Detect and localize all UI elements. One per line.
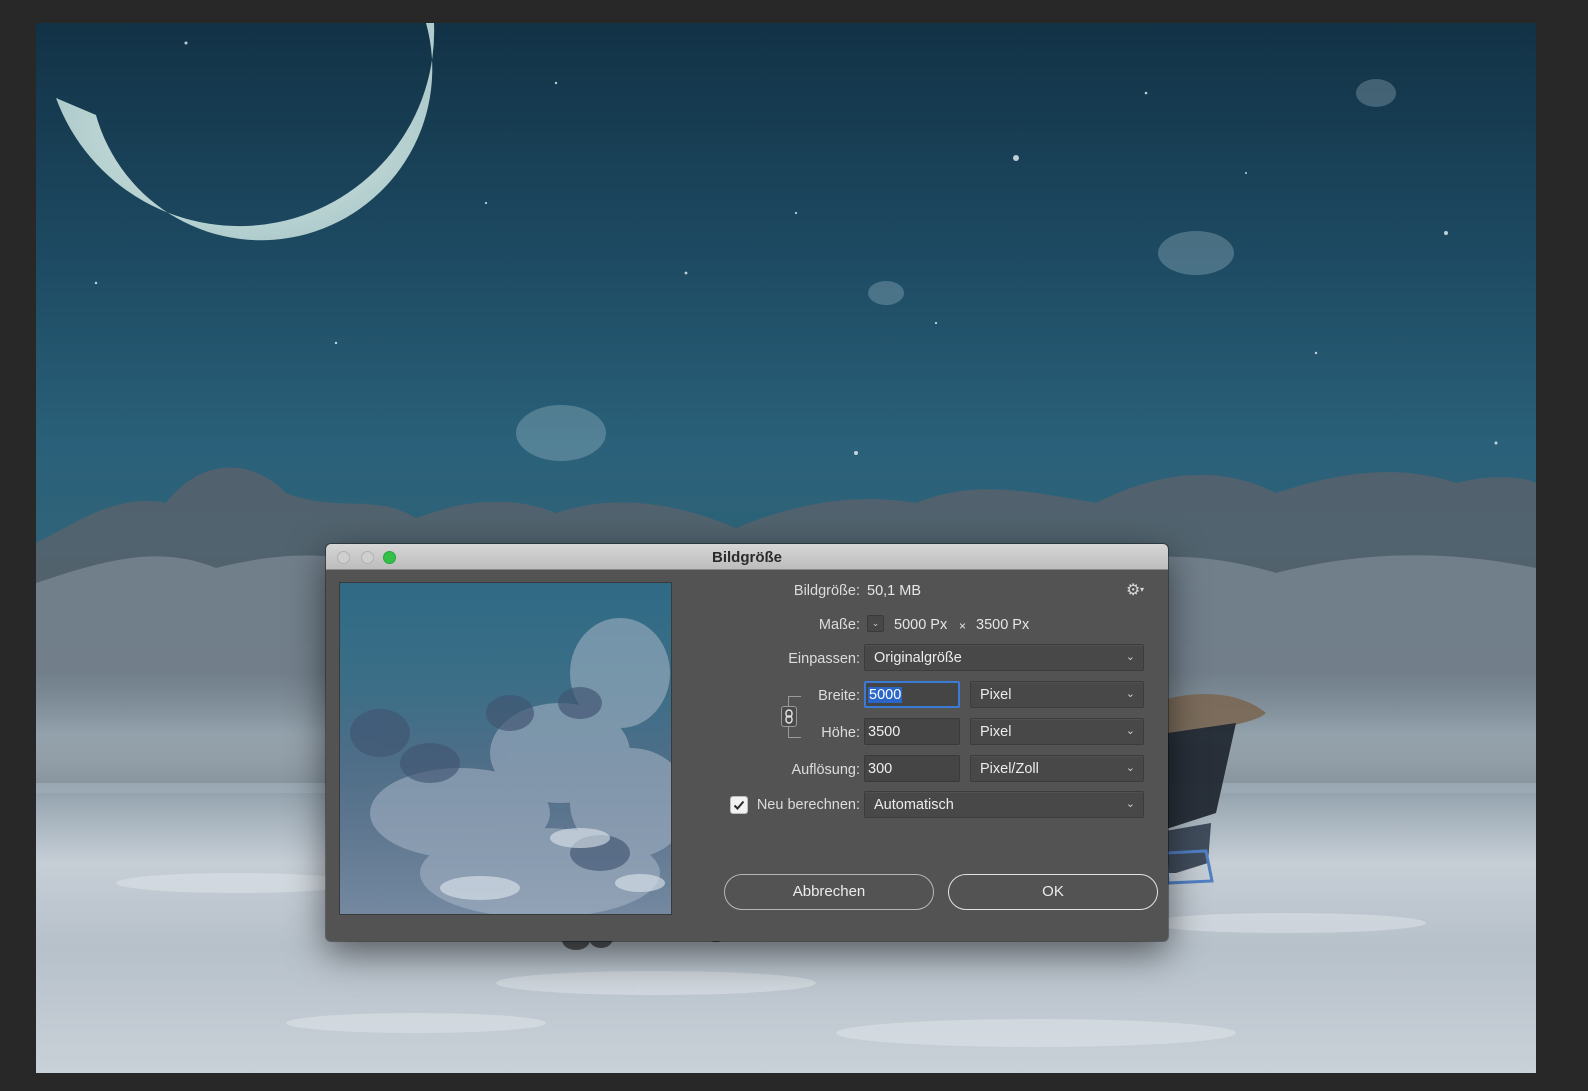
image-size-label: Bildgröße: bbox=[793, 583, 860, 599]
chevron-down-icon: ⌄ bbox=[1125, 798, 1135, 810]
width-input-value: 5000 bbox=[868, 687, 903, 703]
height-unit-value: Pixel bbox=[980, 724, 1012, 740]
fit-to-select[interactable]: Originalgröße ⌄ bbox=[864, 644, 1144, 671]
height-input[interactable]: 3500 bbox=[864, 718, 960, 745]
height-label: Höhe: bbox=[821, 725, 860, 741]
fit-to-label: Einpassen: bbox=[788, 651, 860, 667]
dimensions-times-sign: × bbox=[959, 619, 967, 633]
height-unit-select[interactable]: Pixel ⌄ bbox=[970, 718, 1144, 745]
dialog-titlebar[interactable]: Bildgröße bbox=[326, 544, 1168, 570]
chevron-down-icon: ⌄ bbox=[1125, 688, 1135, 700]
dialog-title: Bildgröße bbox=[712, 549, 782, 566]
image-preview[interactable] bbox=[339, 582, 672, 915]
width-label: Breite: bbox=[818, 688, 860, 704]
height-input-value: 3500 bbox=[868, 724, 901, 740]
resolution-unit-select[interactable]: Pixel/Zoll ⌄ bbox=[970, 755, 1144, 782]
width-unit-select[interactable]: Pixel ⌄ bbox=[970, 681, 1144, 708]
dimensions-label: Maße: bbox=[818, 617, 860, 633]
gear-icon[interactable]: ⚙ bbox=[1126, 580, 1140, 600]
fit-to-value: Originalgröße bbox=[874, 650, 962, 666]
chevron-down-icon: ⌄ bbox=[871, 618, 880, 628]
dimensions-width: 5000 Px bbox=[894, 617, 948, 633]
checkmark-icon bbox=[733, 800, 745, 810]
resolution-input[interactable]: 300 bbox=[864, 755, 960, 782]
cancel-button[interactable]: Abbrechen bbox=[724, 874, 934, 910]
gear-menu-arrow-icon[interactable]: ▾ bbox=[1140, 585, 1144, 594]
resample-checkbox[interactable] bbox=[730, 796, 748, 814]
image-size-value: 50,1 MB bbox=[867, 583, 921, 599]
dimensions-unit-dropdown[interactable]: ⌄ bbox=[867, 615, 884, 632]
resolution-label: Auflösung: bbox=[791, 762, 860, 778]
resample-method-select[interactable]: Automatisch ⌄ bbox=[864, 791, 1144, 818]
constrain-proportions-link-icon[interactable] bbox=[781, 706, 797, 727]
chevron-down-icon: ⌄ bbox=[1125, 725, 1135, 737]
preview-image bbox=[350, 618, 671, 914]
resolution-input-value: 300 bbox=[868, 761, 893, 777]
resolution-unit-value: Pixel/Zoll bbox=[980, 761, 1039, 777]
resample-method-value: Automatisch bbox=[874, 797, 954, 813]
ok-button[interactable]: OK bbox=[948, 874, 1158, 910]
chevron-down-icon: ⌄ bbox=[1125, 762, 1135, 774]
width-unit-value: Pixel bbox=[980, 687, 1012, 703]
chevron-down-icon: ⌄ bbox=[1125, 651, 1135, 663]
resample-label[interactable]: Neu berechnen: bbox=[754, 797, 860, 813]
dimensions-height: 3500 Px bbox=[976, 617, 1030, 633]
image-size-dialog: Bildgröße Bildgröße: 50,1 MB ⚙ ▾ Maße: ⌄… bbox=[326, 544, 1168, 941]
width-input[interactable]: 5000 bbox=[864, 681, 960, 708]
